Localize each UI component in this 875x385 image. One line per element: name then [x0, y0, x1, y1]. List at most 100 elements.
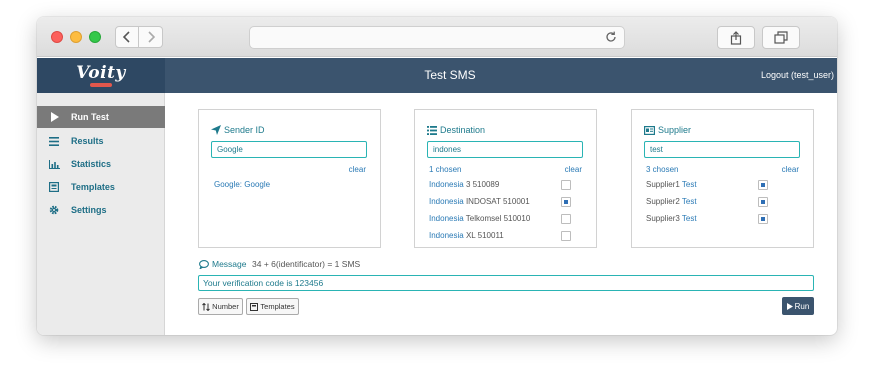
sidebar-item-label: Run Test — [71, 112, 109, 122]
destination-checkbox[interactable] — [561, 231, 571, 241]
logo-tag — [90, 82, 112, 87]
supplier-title-text: Supplier — [658, 125, 692, 135]
destination-country: Indonesia — [429, 214, 464, 223]
destination-row[interactable]: Indonesia XL 510011 — [429, 231, 579, 243]
sort-icon — [202, 302, 211, 311]
run-button-label: Run — [794, 301, 810, 311]
supplier-tag: Test — [681, 180, 697, 189]
chevron-left-icon — [123, 31, 130, 43]
destination-detail: XL 510011 — [465, 231, 504, 240]
sidebar-item-label: Templates — [71, 182, 115, 192]
address-bar[interactable] — [249, 26, 625, 49]
logo[interactable]: Voity — [37, 58, 165, 93]
supplier-name: Supplier2 — [646, 197, 680, 206]
sender-chosen-value: Google — [244, 180, 271, 189]
destination-checkbox[interactable] — [561, 197, 571, 207]
sender-id-panel: Sender ID Google clear Google: Google — [198, 109, 381, 248]
sidebar-item-templates[interactable]: Templates — [37, 176, 165, 198]
minimize-window-button[interactable] — [70, 31, 82, 43]
insert-number-label: Number — [212, 302, 239, 311]
supplier-row[interactable]: Supplier1 Test — [646, 180, 776, 192]
page-title: Test SMS — [424, 68, 476, 82]
chevron-right-icon — [147, 31, 155, 43]
destination-title: Destination — [427, 125, 485, 135]
supplier-clear-link[interactable]: clear — [782, 165, 799, 174]
destination-clear-link[interactable]: clear — [565, 165, 582, 174]
comment-icon — [199, 259, 209, 269]
sidebar: Run Test Results Statistics Templates Se… — [37, 93, 165, 335]
sidebar-item-label: Results — [71, 136, 104, 146]
supplier-row[interactable]: Supplier2 Test — [646, 197, 776, 209]
destination-panel: Destination indones 1 chosen clear Indon… — [414, 109, 597, 248]
insert-template-button[interactable]: Templates — [246, 298, 299, 315]
tabs-icon — [774, 31, 788, 44]
supplier-tag: Test — [681, 214, 697, 223]
sidebar-item-statistics[interactable]: Statistics — [37, 153, 165, 175]
reload-icon[interactable] — [604, 30, 618, 44]
template-icon — [37, 182, 71, 192]
sender-id-title-text: Sender ID — [224, 125, 265, 135]
browser-titlebar — [37, 17, 837, 57]
sidebar-item-settings[interactable]: Settings — [37, 199, 165, 221]
destination-row[interactable]: Indonesia Telkomsel 510010 — [429, 214, 579, 226]
sidebar-item-run-test[interactable]: Run Test — [37, 106, 165, 128]
destination-search-input[interactable]: indones — [427, 141, 583, 158]
list-icon — [37, 136, 71, 146]
sender-chosen-prefix: Google: — [214, 180, 243, 189]
destination-checkbox[interactable] — [561, 214, 571, 224]
send-icon — [211, 125, 221, 135]
insert-template-label: Templates — [260, 302, 295, 311]
supplier-panel: Supplier test 3 chosen clear Supplier1 T… — [631, 109, 814, 248]
supplier-chosen-count: 3 chosen — [646, 165, 679, 174]
message-textarea[interactable]: Your verification code is 123456 — [198, 275, 814, 291]
supplier-title: Supplier — [644, 125, 691, 135]
back-button[interactable] — [115, 26, 139, 48]
supplier-tag: Test — [681, 197, 697, 206]
destination-title-text: Destination — [440, 125, 486, 135]
id-card-icon — [644, 125, 655, 135]
destination-country: Indonesia — [429, 231, 464, 240]
destination-country: Indonesia — [429, 180, 464, 189]
destination-detail: INDOSAT 510001 — [465, 197, 530, 206]
supplier-checkbox[interactable] — [758, 214, 768, 224]
share-icon — [730, 30, 742, 45]
app-header: Voity Test SMS Logout (test_user) — [37, 58, 837, 93]
message-length-info: 34 + 6(identificator) = 1 SMS — [252, 259, 361, 269]
supplier-search-input[interactable]: test — [644, 141, 800, 158]
logo-text: Voity — [76, 62, 126, 83]
browser-window: Voity Test SMS Logout (test_user) Run Te… — [37, 17, 837, 335]
list-icon — [427, 125, 437, 135]
supplier-name: Supplier1 — [646, 180, 680, 189]
template-icon — [250, 302, 259, 311]
destination-detail: Telkomsel 510010 — [465, 214, 531, 223]
supplier-name: Supplier3 — [646, 214, 680, 223]
logout-link[interactable]: Logout (test_user) — [761, 58, 834, 93]
sidebar-item-label: Statistics — [71, 159, 112, 169]
destination-chosen-count: 1 chosen — [429, 165, 462, 174]
play-icon — [37, 112, 71, 122]
zoom-window-button[interactable] — [89, 31, 101, 43]
insert-number-button[interactable]: Number — [198, 298, 243, 315]
message-label: Message — [199, 259, 247, 269]
sender-id-title: Sender ID — [211, 125, 265, 135]
destination-detail: 3 510089 — [465, 180, 500, 189]
sender-id-input[interactable]: Google — [211, 141, 367, 158]
close-window-button[interactable] — [51, 31, 63, 43]
share-button[interactable] — [717, 26, 755, 49]
message-label-text: Message — [212, 259, 247, 269]
destination-checkbox[interactable] — [561, 180, 571, 190]
sidebar-item-label: Settings — [71, 205, 107, 215]
gear-icon — [37, 205, 71, 215]
sender-clear-link[interactable]: clear — [349, 165, 366, 174]
bar-chart-icon — [37, 159, 71, 169]
run-button[interactable]: Run — [782, 297, 814, 315]
sidebar-item-results[interactable]: Results — [37, 130, 165, 152]
supplier-checkbox[interactable] — [758, 197, 768, 207]
supplier-row[interactable]: Supplier3 Test — [646, 214, 776, 226]
supplier-checkbox[interactable] — [758, 180, 768, 190]
tabs-button[interactable] — [762, 26, 800, 49]
forward-button[interactable] — [139, 26, 163, 48]
destination-row[interactable]: Indonesia 3 510089 — [429, 180, 579, 192]
destination-row[interactable]: Indonesia INDOSAT 510001 — [429, 197, 579, 209]
sender-chosen-item[interactable]: Google: Google — [214, 180, 270, 189]
